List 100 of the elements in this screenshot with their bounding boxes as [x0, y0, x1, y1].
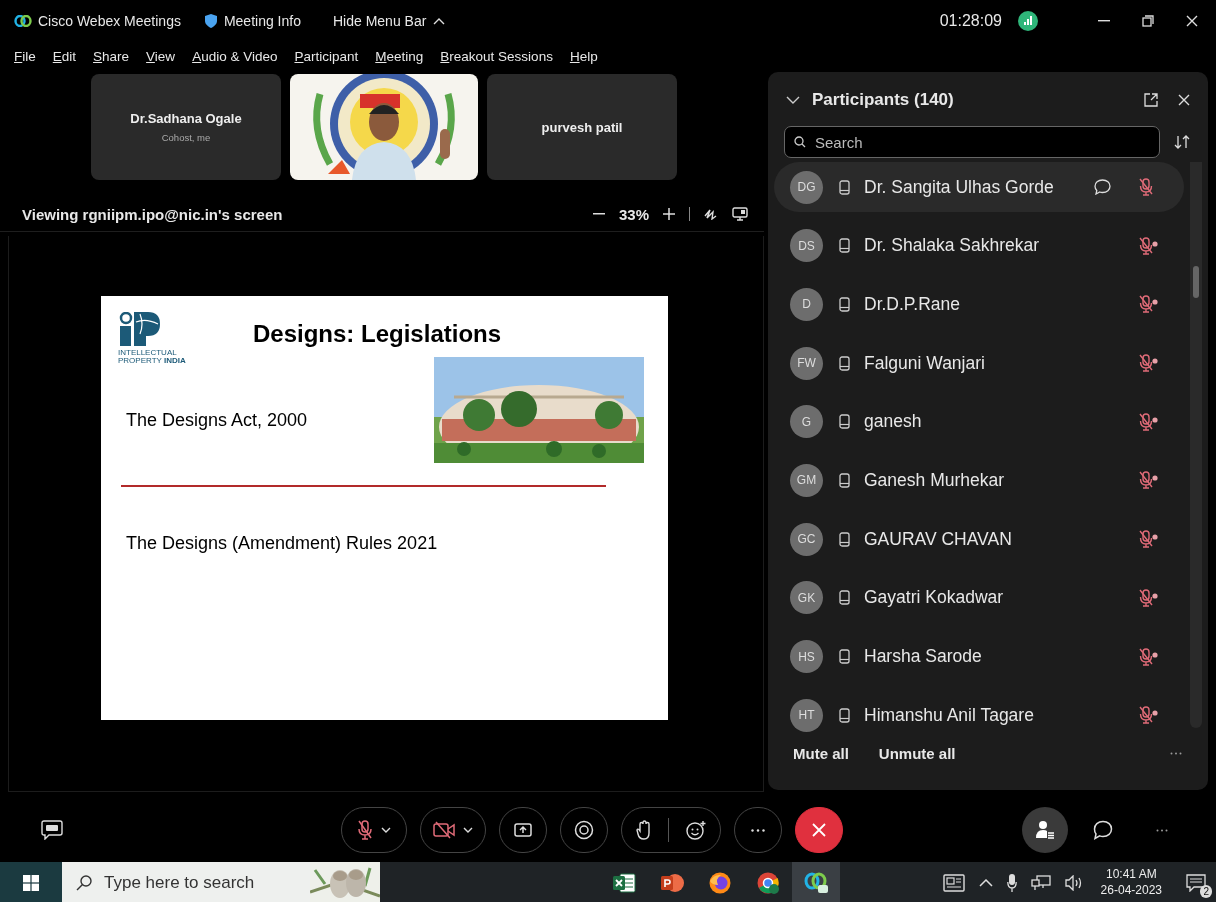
minimize-icon[interactable]: [1098, 20, 1110, 22]
participant-row[interactable]: GK Gayatri Kokadwar: [774, 572, 1184, 623]
close-icon[interactable]: [1186, 15, 1198, 27]
slide-text: The Designs (Amendment) Rules 2021: [126, 532, 439, 554]
participant-name: Falguni Wanjari: [864, 352, 985, 374]
participant-row[interactable]: HT Himanshu Anil Tagare: [774, 690, 1184, 734]
webex-logo-icon: [14, 15, 32, 27]
phone-icon: [839, 414, 850, 430]
menu-item[interactable]: Participant: [294, 48, 359, 64]
browser-icon: [756, 871, 780, 895]
close-icon[interactable]: [1178, 94, 1190, 106]
restore-icon[interactable]: [1142, 15, 1154, 27]
captions-icon[interactable]: [41, 820, 63, 840]
notifications-button[interactable]: 2: [1176, 862, 1216, 902]
clock-time[interactable]: 10:41 AM: [1105, 867, 1157, 883]
participant-row[interactable]: G ganesh: [774, 396, 1184, 447]
more-icon[interactable]: [1170, 751, 1182, 755]
meeting-info-button[interactable]: Meeting Info: [204, 13, 301, 29]
zoom-level: 33%: [618, 205, 649, 223]
chevron-down-icon[interactable]: [786, 96, 800, 104]
avatar: HS: [790, 640, 823, 673]
people-icon: [1035, 820, 1055, 840]
participant-row[interactable]: HS Harsha Sarode: [774, 631, 1184, 682]
menu-item[interactable]: Meeting: [375, 48, 424, 64]
participant-name: purvesh patil: [541, 119, 623, 135]
participant-name: Himanshu Anil Tagare: [864, 704, 1034, 726]
participant-row[interactable]: GM Ganesh Murhekar: [774, 455, 1184, 506]
spreadsheet-icon: [612, 872, 636, 894]
participant-name: Ganesh Murhekar: [864, 469, 1005, 491]
caret-down-icon: [463, 827, 473, 833]
phone-icon: [839, 531, 850, 547]
network-icon[interactable]: [1030, 875, 1051, 891]
taskbar-app[interactable]: [792, 862, 840, 902]
shield-icon: [204, 14, 217, 28]
muted-mic-icon[interactable]: [1139, 530, 1158, 549]
menu-item[interactable]: View: [146, 48, 176, 64]
menu-item[interactable]: Share: [93, 48, 130, 64]
raise-hand-icon[interactable]: [635, 820, 652, 840]
participant-row[interactable]: GC GAURAV CHAVAN: [774, 514, 1184, 565]
microphone-icon[interactable]: [1006, 874, 1017, 892]
notification-count: 2: [1200, 885, 1212, 898]
muted-mic-icon[interactable]: [1139, 588, 1158, 607]
menu-item[interactable]: File: [14, 48, 36, 64]
screen-icon[interactable]: [732, 207, 748, 221]
muted-mic-icon[interactable]: [1139, 354, 1158, 373]
ip-logo-icon: [118, 312, 162, 346]
annotate-icon[interactable]: [704, 208, 718, 220]
menu-item[interactable]: Help: [569, 48, 598, 64]
emoji-icon[interactable]: [684, 820, 707, 840]
leave-button[interactable]: [795, 807, 843, 853]
mute-all-button[interactable]: Mute all: [793, 744, 849, 762]
share-screen-icon: [514, 823, 532, 837]
avatar: GM: [790, 463, 823, 497]
muted-mic-icon[interactable]: [1139, 647, 1158, 666]
participant-row[interactable]: DG Dr. Sangita Ulhas Gorde: [774, 162, 1184, 212]
zoom-in-icon[interactable]: [663, 208, 675, 220]
phone-icon: [839, 179, 850, 195]
chat-icon[interactable]: [1094, 179, 1111, 195]
scrollbar[interactable]: [1190, 162, 1202, 728]
microphone-icon: [357, 820, 373, 840]
muted-mic-icon[interactable]: [1139, 412, 1158, 431]
signal-icon: [1018, 11, 1038, 31]
avatar: HT: [790, 698, 823, 732]
hide-menu-bar-button[interactable]: Hide Menu Bar: [333, 13, 446, 29]
phone-icon: [839, 707, 850, 723]
video-tile[interactable]: purvesh patil: [487, 74, 677, 180]
search-field[interactable]: Search: [784, 126, 1160, 158]
unmute-all-button[interactable]: Unmute all: [878, 744, 956, 762]
muted-mic-icon[interactable]: [1139, 236, 1158, 255]
video-tile[interactable]: Dr.Sadhana Ogale Cohost, me: [91, 74, 281, 180]
caret-up-icon: [433, 17, 446, 25]
participant-name: Dr. Sangita Ulhas Gorde: [864, 176, 1054, 198]
app-title: Cisco Webex Meetings: [38, 13, 181, 29]
notification-icon: [1186, 874, 1206, 892]
chevron-up-icon[interactable]: [978, 879, 993, 887]
phone-icon: [839, 590, 850, 606]
menu-item[interactable]: Breakout Sessions: [440, 48, 553, 64]
clock-date[interactable]: 26-04-2023: [1100, 883, 1162, 899]
phone-icon: [839, 355, 850, 371]
muted-mic-icon[interactable]: [1139, 471, 1158, 490]
search-icon: [76, 875, 92, 891]
participant-row[interactable]: D Dr.D.P.Rane: [774, 279, 1184, 330]
sort-icon[interactable]: [1174, 135, 1190, 149]
meeting-timer: 01:28:09: [939, 12, 1002, 30]
participant-name: Dr. Shalaka Sakhrekar: [864, 235, 1040, 257]
participant-row[interactable]: FW Falguni Wanjari: [774, 338, 1184, 389]
popout-icon[interactable]: [1144, 93, 1158, 107]
menu-item[interactable]: Audio & Video: [192, 48, 278, 64]
start-button[interactable]: [0, 862, 62, 902]
muted-mic-icon[interactable]: [1139, 706, 1158, 725]
menu-item[interactable]: Edit: [52, 48, 77, 64]
search-icon: [794, 136, 806, 148]
webex-logo-icon: [803, 870, 829, 894]
muted-mic-icon[interactable]: [1139, 295, 1158, 314]
participant-row[interactable]: DS Dr. Shalaka Sakhrekar: [774, 220, 1184, 271]
participants-button[interactable]: [1022, 807, 1068, 853]
phone-icon: [839, 649, 850, 664]
avatar: GK: [790, 581, 823, 615]
news-icon[interactable]: [942, 874, 965, 892]
more-icon[interactable]: [1156, 828, 1168, 832]
